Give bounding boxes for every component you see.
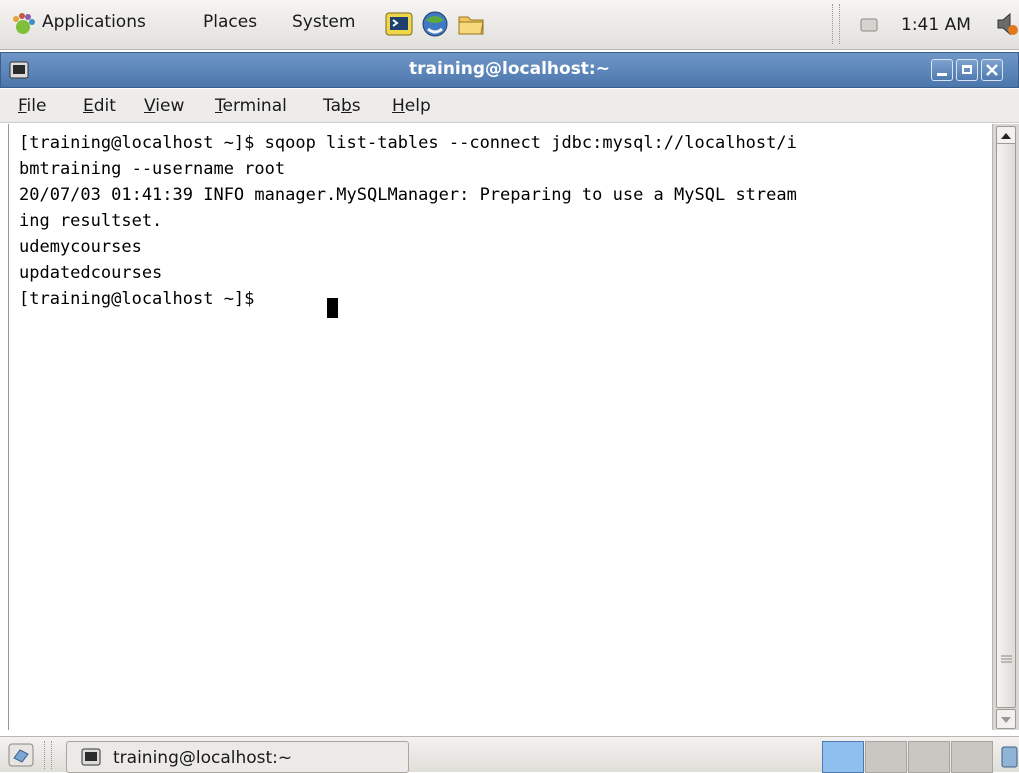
applications-menu[interactable]: Applications [42,12,146,32]
menu-terminal-rest: erminal [222,96,287,116]
show-desktop-icon[interactable] [8,743,34,767]
menu-file-rest: ile [26,96,47,116]
terminal-line: updatedcourses [19,263,163,283]
top-panel: Applications Places System 1:41 AM [0,0,1019,50]
maximize-button[interactable] [956,59,978,81]
folder-icon[interactable] [456,9,486,39]
window-title: training@localhost:~ [409,59,610,79]
bottom-panel: training@localhost:~ [0,736,1019,773]
grip-icon [1001,655,1012,663]
workspace-3[interactable] [908,741,950,773]
vertical-scrollbar[interactable] [992,124,1019,730]
scroll-down-button[interactable] [996,709,1016,729]
clock[interactable]: 1:41 AM [901,15,971,35]
terminal-launcher-icon[interactable] [384,9,414,39]
scrollbar-thumb[interactable] [996,143,1016,708]
trash-icon[interactable] [998,743,1019,769]
tasklist-handle[interactable] [44,741,52,769]
close-icon [986,64,998,76]
places-menu[interactable]: Places [203,12,257,32]
menu-edit[interactable]: Edit [83,96,116,116]
workspace-4[interactable] [951,741,993,773]
terminal-cursor [327,298,338,318]
menu-file-mnemonic: F [18,96,27,116]
menu-file[interactable]: File [18,96,46,116]
terminal-line: 20/07/03 01:41:39 INFO manager.MySQLMana… [19,185,797,205]
menu-help-rest: elp [404,96,431,116]
volume-icon[interactable] [994,10,1019,38]
arrow-up-icon [1001,133,1011,139]
minimize-icon [937,73,947,76]
arrow-down-icon [1001,717,1011,723]
terminal-line: bmtraining --username root [19,159,286,179]
menu-terminal[interactable]: Terminal [215,96,287,116]
menu-view-rest: iew [155,96,185,116]
terminal-output[interactable]: [training@localhost ~]$ sqoop list-table… [8,124,992,730]
menu-edit-mnemonic: E [83,96,94,116]
workspace-2[interactable] [865,741,907,773]
terminal-line: ing resultset. [19,211,163,231]
panel-drag-handle[interactable] [832,4,840,44]
taskbar-button-terminal[interactable]: training@localhost:~ [66,741,409,773]
taskbar-button-label: training@localhost:~ [113,748,293,768]
close-button[interactable] [981,59,1003,81]
menu-tabs-mnemonic: b [341,96,352,116]
menu-help-mnemonic: H [392,96,405,116]
terminal-line: [training@localhost ~]$ sqoop list-table… [19,133,797,153]
menu-terminal-mnemonic: T [215,96,223,116]
terminal-line: udemycourses [19,237,142,257]
workspace-1[interactable] [822,741,864,773]
terminal-menubar: File Edit View Terminal Tabs Help [0,89,1019,123]
menu-edit-rest: dit [93,96,116,116]
system-menu[interactable]: System [292,12,355,32]
applications-foot-icon[interactable] [10,11,36,37]
menu-view-mnemonic: V [144,96,156,116]
menu-tabs-rest: s [351,96,361,116]
web-browser-icon[interactable] [420,9,450,39]
menu-tabs-pre: Ta [323,96,341,116]
menu-tabs[interactable]: Tabs [323,96,361,116]
maximize-icon [962,65,972,74]
keyboard-indicator-icon[interactable] [860,17,878,33]
terminal-task-icon [81,748,101,766]
minimize-button[interactable] [931,59,953,81]
window-titlebar[interactable]: training@localhost:~ [0,52,1019,88]
menu-help[interactable]: Help [392,96,431,116]
menu-view[interactable]: View [144,96,184,116]
terminal-prompt-line: [training@localhost ~]$ [19,289,265,309]
